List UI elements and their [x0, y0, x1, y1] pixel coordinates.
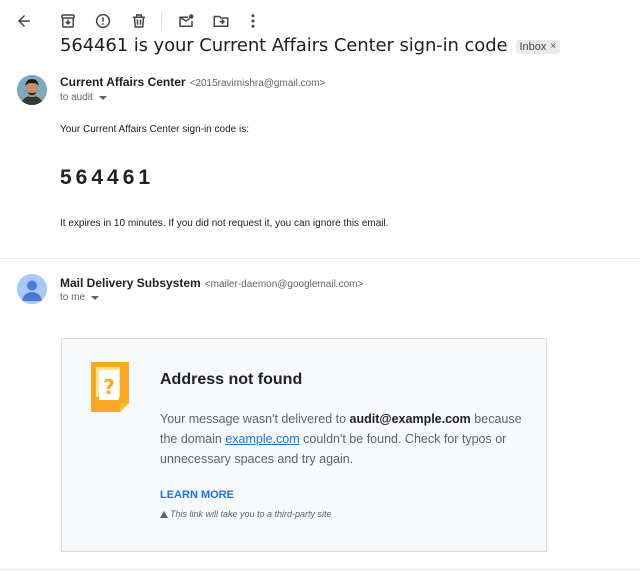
archive-icon[interactable]: [56, 9, 80, 33]
message1-sender: Current Affairs Center <2015ravimishra@g…: [60, 75, 325, 89]
email-subject: 564461 is your Current Affairs Center si…: [60, 35, 508, 56]
third-party-notice: This link will take you to a third-party…: [160, 509, 332, 519]
message1-intro: Your Current Affairs Center sign-in code…: [60, 124, 249, 135]
sender-name: Current Affairs Center: [60, 75, 186, 89]
message2-recipients[interactable]: to me: [60, 292, 100, 303]
inbox-label-chip[interactable]: Inbox ×: [515, 39, 561, 54]
mark-unread-icon[interactable]: [174, 9, 198, 33]
message2-sender: Mail Delivery Subsystem <mailer-daemon@g…: [60, 276, 363, 290]
message1-recipients[interactable]: to audit: [60, 92, 107, 103]
sender-email: <2015ravimishra@gmail.com>: [189, 78, 326, 89]
learn-more-link[interactable]: LEARN MORE: [160, 489, 234, 501]
report-spam-icon[interactable]: [91, 9, 115, 33]
sender-avatar-photo[interactable]: [17, 75, 47, 105]
remove-label-icon[interactable]: ×: [550, 41, 556, 52]
card-title: Address not found: [160, 371, 303, 388]
warning-triangle-icon: [160, 510, 168, 518]
sender-email: <mailer-daemon@googlemail.com>: [204, 279, 364, 290]
back-arrow-icon[interactable]: [12, 9, 36, 33]
delivery-failure-card: ? Address not found Your message wasn't …: [61, 338, 547, 552]
message-text: Your message wasn't delivered to: [160, 412, 350, 426]
subject-row: 564461 is your Current Affairs Center si…: [60, 35, 561, 56]
chevron-down-icon[interactable]: [91, 296, 100, 300]
domain-link[interactable]: example.com: [225, 432, 299, 446]
svg-text:?: ?: [103, 375, 115, 399]
more-icon[interactable]: [241, 9, 265, 33]
delete-icon[interactable]: [127, 9, 151, 33]
chevron-down-icon[interactable]: [98, 96, 107, 100]
recipient-text: to me: [60, 292, 86, 303]
card-message: Your message wasn't delivered to audit@e…: [160, 409, 532, 469]
third-party-text: This link will take you to a third-party…: [170, 509, 332, 519]
message1-footer: It expires in 10 minutes. If you did not…: [60, 218, 389, 229]
inbox-label-text: Inbox: [519, 40, 547, 53]
sender-name: Mail Delivery Subsystem: [60, 276, 201, 290]
warning-document-icon: ?: [91, 362, 129, 412]
sign-in-code: 564461: [60, 166, 155, 189]
message-divider: [0, 569, 640, 570]
message-divider: [0, 258, 640, 259]
recipient-text: to audit: [60, 92, 93, 103]
sender-avatar-default[interactable]: [17, 274, 47, 304]
recipient-address: audit@example.com: [349, 412, 471, 426]
toolbar-separator: [161, 12, 162, 30]
move-to-icon[interactable]: [209, 9, 233, 33]
